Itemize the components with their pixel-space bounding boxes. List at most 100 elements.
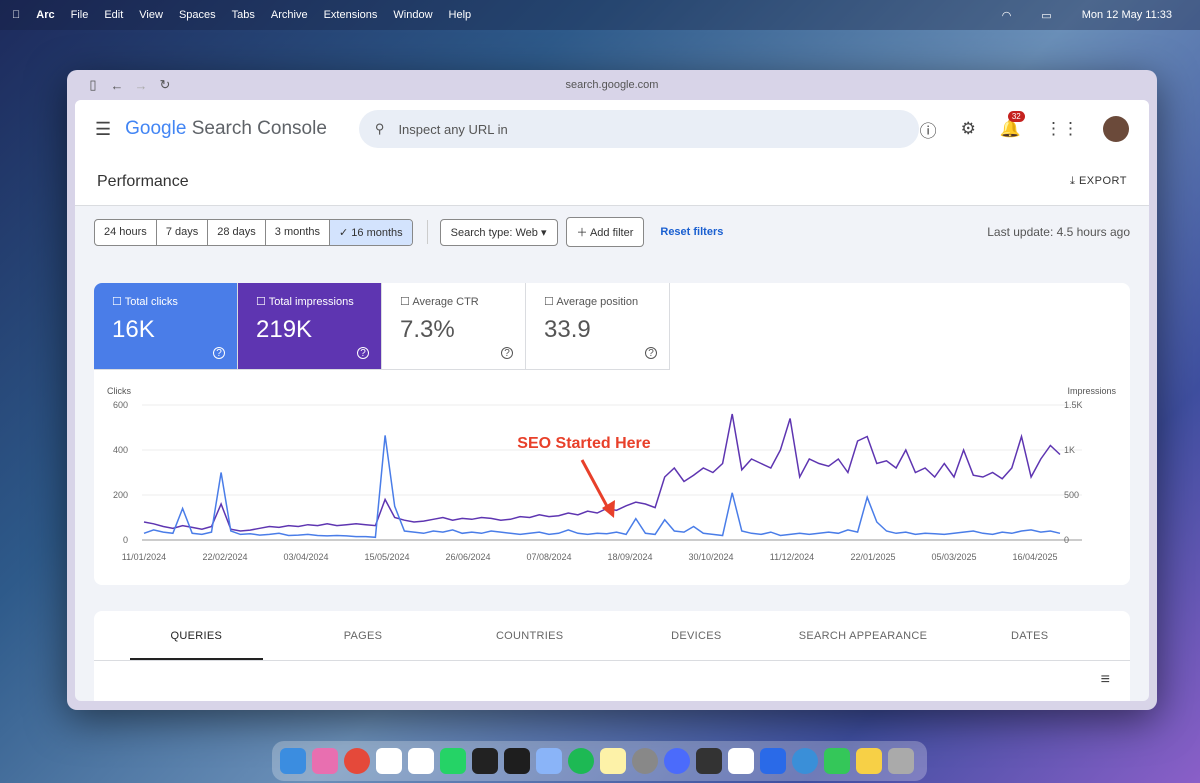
url-field[interactable]: search.google.com bbox=[67, 79, 1157, 91]
help-icon[interactable]: ? bbox=[501, 347, 513, 359]
date-range-selector: 24 hours 7 days 28 days 3 months ✓ 16 mo… bbox=[94, 218, 413, 246]
tab-dates[interactable]: DATES bbox=[963, 611, 1096, 660]
tab-pages[interactable]: PAGES bbox=[297, 611, 430, 660]
whatsapp-icon[interactable] bbox=[440, 748, 466, 774]
wifi-icon[interactable]: ◠ bbox=[1002, 9, 1012, 22]
page-title: Performance bbox=[97, 172, 189, 190]
browser-window: ▯ ← → ↻ search.google.com ☰ Google Searc… bbox=[67, 70, 1157, 710]
range-3m[interactable]: 3 months bbox=[266, 219, 331, 245]
dropdown-arrow-icon: ▾ bbox=[540, 226, 547, 239]
search-icon: ⚲ bbox=[374, 121, 385, 136]
finder-icon[interactable] bbox=[280, 748, 306, 774]
notes-icon[interactable] bbox=[600, 748, 626, 774]
menu-icon[interactable]: ☰ bbox=[95, 119, 111, 140]
avatar[interactable] bbox=[1103, 116, 1129, 142]
battery-icon[interactable]: ▭ bbox=[1041, 9, 1051, 22]
reset-filters-link[interactable]: Reset filters bbox=[660, 226, 723, 238]
app-icon[interactable] bbox=[760, 748, 786, 774]
help-icon[interactable]: ? bbox=[645, 347, 657, 359]
url-inspect-search[interactable]: ⚲ Inspect any URL in bbox=[358, 110, 919, 148]
metric-label: Total impressions bbox=[268, 296, 354, 308]
range-24h[interactable]: 24 hours bbox=[95, 219, 157, 245]
metric-value: 219K bbox=[256, 316, 313, 343]
metric-value: 7.3% bbox=[400, 316, 455, 343]
search-console-page: ☰ Google Search Console ⚲ Inspect any URL… bbox=[75, 100, 1149, 701]
clock[interactable]: Mon 12 May 11:33 bbox=[1082, 9, 1172, 21]
performance-chart[interactable]: Clicks Impressions 0 0 200 500 400 1K 600 1.5K 11/… bbox=[94, 370, 1130, 585]
metric-label: Total clicks bbox=[124, 296, 178, 308]
x-tick: 11/12/2024 bbox=[770, 552, 814, 562]
export-button[interactable]: ⤓ EXPORT bbox=[1070, 175, 1127, 188]
notification-badge: 32 bbox=[1007, 111, 1025, 122]
apple-icon[interactable]:  bbox=[12, 9, 20, 21]
range-7d[interactable]: 7 days bbox=[157, 219, 209, 245]
apps-grid-icon[interactable]: ⋮⋮ bbox=[1045, 119, 1079, 139]
app-header: ☰ Google Search Console ⚲ Inspect any URL… bbox=[75, 100, 1149, 158]
metric-average-position[interactable]: ☐ Average position 33.9? bbox=[526, 283, 670, 370]
x-tick: 22/02/2024 bbox=[202, 552, 247, 562]
facetime-icon[interactable] bbox=[824, 748, 850, 774]
help-icon[interactable]: ? bbox=[213, 347, 225, 359]
search-type-dropdown[interactable]: Search type: Web ▾ bbox=[439, 218, 558, 246]
filter-rows-icon[interactable]: ≡ bbox=[1101, 671, 1110, 689]
add-filter-button[interactable]: ＋ Add filter bbox=[565, 217, 645, 247]
y-tick-right: 0 bbox=[1064, 535, 1069, 545]
menu-window[interactable]: Window bbox=[393, 9, 432, 21]
app-icon[interactable] bbox=[792, 748, 818, 774]
metric-total-impressions[interactable]: ☐ Total impressions 219K? bbox=[238, 283, 382, 370]
app-icon[interactable] bbox=[856, 748, 882, 774]
range-16m[interactable]: ✓ 16 months bbox=[330, 219, 412, 245]
last-update: Last update: 4.5 hours ago bbox=[987, 225, 1130, 239]
menu-edit[interactable]: Edit bbox=[104, 9, 123, 21]
app-icon[interactable] bbox=[376, 748, 402, 774]
calculator-icon[interactable] bbox=[696, 748, 722, 774]
plus-icon: ＋ bbox=[576, 227, 590, 239]
annotation-text: SEO Started Here bbox=[517, 435, 650, 452]
tab-queries[interactable]: QUERIES bbox=[130, 611, 263, 660]
help-icon[interactable]: ? bbox=[357, 347, 369, 359]
slack-icon[interactable] bbox=[408, 748, 434, 774]
menu-help[interactable]: Help bbox=[449, 9, 472, 21]
browser-toolbar: ▯ ← → ↻ search.google.com bbox=[67, 70, 1157, 100]
notifications-icon[interactable]: 🔔 32 bbox=[1000, 111, 1025, 139]
add-filter-label: Add filter bbox=[589, 227, 634, 239]
tab-devices[interactable]: DEVICES bbox=[630, 611, 763, 660]
chrome-icon[interactable] bbox=[344, 748, 370, 774]
app-icon[interactable] bbox=[536, 748, 562, 774]
y-tick-right: 1.5K bbox=[1064, 400, 1083, 410]
tab-countries[interactable]: COUNTRIES bbox=[463, 611, 596, 660]
y-tick-left: 200 bbox=[113, 490, 128, 500]
menu-extensions[interactable]: Extensions bbox=[324, 9, 378, 21]
y-axis-left-label: Clicks bbox=[107, 386, 131, 396]
filter-bar: 24 hours 7 days 28 days 3 months ✓ 16 mo… bbox=[75, 206, 1149, 258]
menu-tabs[interactable]: Tabs bbox=[232, 9, 255, 21]
menu-view[interactable]: View bbox=[139, 9, 163, 21]
x-tick: 11/01/2024 bbox=[122, 552, 166, 562]
metric-average-ctr[interactable]: ☐ Average CTR 7.3%? bbox=[382, 283, 526, 370]
calendar-icon[interactable] bbox=[728, 748, 754, 774]
app-icon[interactable] bbox=[312, 748, 338, 774]
export-label: EXPORT bbox=[1078, 175, 1127, 187]
menu-archive[interactable]: Archive bbox=[271, 9, 308, 21]
menu-arc[interactable]: Arc bbox=[36, 9, 54, 21]
x-tick: 22/01/2025 bbox=[850, 552, 895, 562]
menu-file[interactable]: File bbox=[71, 9, 89, 21]
settings-icon[interactable] bbox=[632, 748, 658, 774]
help-icon[interactable]: ⓘ bbox=[920, 117, 937, 142]
tab-search-appearance[interactable]: SEARCH APPEARANCE bbox=[797, 611, 930, 660]
trash-icon[interactable] bbox=[888, 748, 914, 774]
metric-total-clicks[interactable]: ☐ Total clicks 16K? bbox=[94, 283, 238, 370]
user-settings-icon[interactable]: ⚙ bbox=[961, 119, 976, 139]
performance-card: ☐ Total clicks 16K? ☐ Total impressions 21… bbox=[94, 283, 1130, 585]
metric-label: Average CTR bbox=[412, 296, 479, 308]
figma-icon[interactable] bbox=[504, 748, 530, 774]
menu-spaces[interactable]: Spaces bbox=[179, 9, 216, 21]
range-28d[interactable]: 28 days bbox=[208, 219, 266, 245]
app-icon[interactable] bbox=[664, 748, 690, 774]
dock bbox=[272, 741, 927, 781]
metric-label: Average position bbox=[556, 296, 639, 308]
spotify-icon[interactable] bbox=[568, 748, 594, 774]
app-icon[interactable] bbox=[472, 748, 498, 774]
x-tick: 05/03/2025 bbox=[931, 552, 976, 562]
logo[interactable]: Google Search Console bbox=[125, 118, 327, 140]
